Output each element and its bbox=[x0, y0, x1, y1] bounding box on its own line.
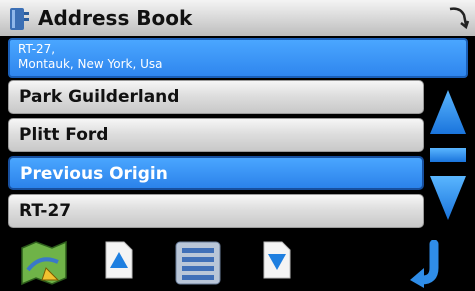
back-arrow-icon[interactable] bbox=[446, 5, 470, 29]
book-icon bbox=[10, 8, 29, 30]
address-list: Park Guilderland Plitt Ford Previous Ori… bbox=[8, 80, 424, 232]
list-item[interactable]: RT-27 bbox=[8, 194, 424, 228]
list-item-selected[interactable]: Previous Origin bbox=[8, 156, 424, 190]
address-line-1: RT-27, bbox=[18, 42, 56, 56]
list-view-icon[interactable] bbox=[172, 240, 224, 286]
list-item-label: Park Guilderland bbox=[19, 87, 180, 107]
scroll-down-icon[interactable] bbox=[430, 176, 466, 220]
list-item-label: Plitt Ford bbox=[19, 125, 109, 145]
map-icon[interactable] bbox=[18, 240, 70, 286]
list-item[interactable]: Park Guilderland bbox=[8, 80, 424, 114]
scroll-up-icon[interactable] bbox=[430, 90, 466, 134]
page-down-icon[interactable] bbox=[262, 240, 292, 280]
scroll-thumb[interactable] bbox=[430, 148, 466, 162]
list-item[interactable]: Plitt Ford bbox=[8, 118, 424, 152]
bottom-toolbar bbox=[0, 236, 475, 291]
title-bar: Address Book bbox=[0, 0, 475, 36]
page-title: Address Book bbox=[38, 6, 193, 30]
selected-address: RT-27, Montauk, New York, Usa bbox=[8, 38, 468, 78]
return-icon[interactable] bbox=[408, 240, 452, 288]
address-line-2: Montauk, New York, Usa bbox=[18, 57, 163, 71]
page-up-icon[interactable] bbox=[104, 240, 134, 280]
list-item-label: Previous Origin bbox=[20, 164, 168, 184]
scroll-control bbox=[430, 90, 466, 220]
list-item-label: RT-27 bbox=[19, 201, 72, 221]
